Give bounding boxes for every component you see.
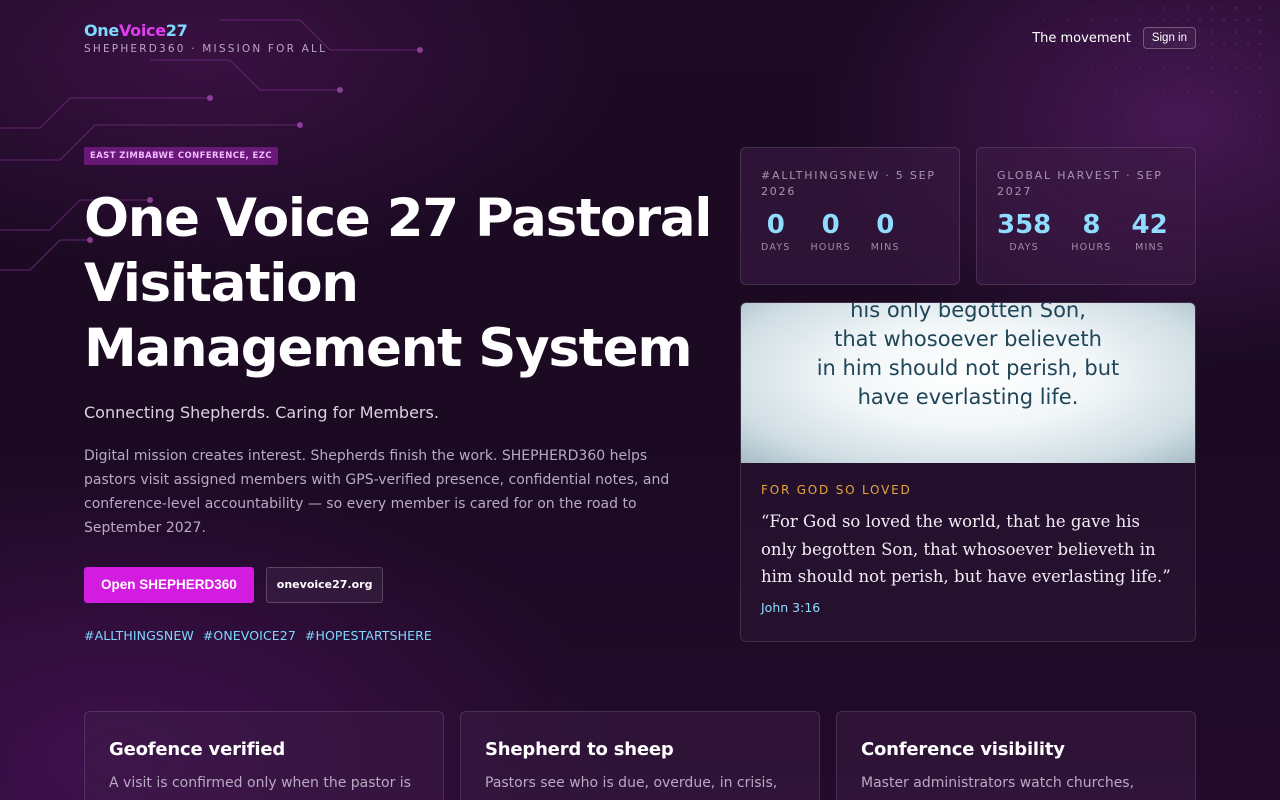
hero-subtitle: Connecting Shepherds. Caring for Members…: [84, 403, 439, 422]
verse-image-line: his only begotten Son,: [850, 302, 1086, 322]
countdown-row: 0 DAYS 0 HOURS 0 MINS: [761, 210, 939, 253]
countdown-label: GLOBAL HARVEST · SEP 2027: [997, 169, 1163, 198]
brand[interactable]: OneVoice27 SHEPHERD360 · MISSION FOR ALL: [84, 21, 327, 55]
verse-image-line: in him should not perish, but: [816, 356, 1120, 380]
countdown-value: 0: [876, 210, 895, 240]
countdown-mins: 42 MINS: [1132, 210, 1168, 253]
hero-description: Digital mission creates interest. Shephe…: [84, 448, 670, 536]
brand-logo[interactable]: OneVoice27: [84, 21, 327, 40]
countdown-hours: 0 HOURS: [811, 210, 851, 253]
feature-card-geofence: Geofence verified A visit is confirmed o…: [84, 711, 444, 800]
feature-card-shepherd: Shepherd to sheep Pastors see who is due…: [460, 711, 820, 800]
countdown-days: 358 DAYS: [997, 210, 1051, 253]
countdown-days: 0 DAYS: [761, 210, 791, 253]
verse-reference: John 3:16: [761, 599, 821, 615]
logo-one: One: [84, 21, 119, 40]
hashtag-link[interactable]: #ONEVOICE27: [203, 628, 296, 643]
countdown-card-global-harvest: GLOBAL HARVEST · SEP 2027 358 DAYS 8 HOU…: [976, 147, 1196, 285]
countdown-unit-label: MINS: [1135, 242, 1165, 253]
verse-quote: “For God so loved the world, that he gav…: [761, 512, 1171, 586]
page-title: One Voice 27 Pastoral Visitation Managem…: [84, 188, 712, 379]
verse-image-text: his only begotten Son, that whosoever be…: [741, 302, 1195, 412]
logo-voice: Voice: [118, 21, 166, 40]
verse-kicker: FOR GOD SO LOVED: [761, 483, 912, 497]
countdown-card-allthingsnew: #ALLTHINGSNEW · 5 SEP 2026 0 DAYS 0 HOUR…: [740, 147, 960, 285]
feature-text: Master administrators watch churches,: [861, 775, 1135, 791]
verse-image: his only begotten Son, that whosoever be…: [741, 303, 1195, 463]
verse-card: his only begotten Son, that whosoever be…: [740, 302, 1196, 642]
brand-tagline: SHEPHERD360 · MISSION FOR ALL: [84, 43, 328, 55]
feature-title: Geofence verified: [109, 739, 286, 760]
countdown-unit-label: HOURS: [1071, 242, 1112, 253]
feature-title: Conference visibility: [861, 739, 1065, 760]
countdown-value: 42: [1131, 210, 1168, 240]
feature-title: Shepherd to sheep: [485, 739, 674, 760]
logo-num: 27: [165, 21, 188, 40]
countdown-hours: 8 HOURS: [1071, 210, 1111, 253]
sign-in-button[interactable]: Sign in: [1142, 27, 1196, 49]
countdown-unit-label: MINS: [870, 242, 900, 253]
onevoice27-link-button[interactable]: onevoice27.org: [265, 567, 384, 603]
countdown-value: 358: [997, 210, 1052, 240]
verse-image-line: that whosoever believeth: [834, 327, 1102, 351]
conference-badge: EAST ZIMBABWE CONFERENCE, EZC: [84, 147, 278, 165]
countdown-row: 358 DAYS 8 HOURS 42 MINS: [997, 210, 1175, 253]
hashtag-link[interactable]: #HOPESTARTSHERE: [305, 628, 432, 643]
feature-text: Pastors see who is due, overdue, in cris…: [485, 775, 778, 791]
countdown-value: 8: [1082, 210, 1101, 240]
countdown-value: 0: [821, 210, 840, 240]
feature-text: A visit is confirmed only when the pasto…: [109, 775, 411, 791]
countdown-label: #ALLTHINGSNEW · 5 SEP 2026: [761, 169, 936, 198]
countdown-unit-label: HOURS: [810, 242, 851, 253]
countdown-unit-label: DAYS: [761, 242, 791, 253]
top-nav: The movement Sign in: [1032, 27, 1196, 49]
countdown-unit-label: DAYS: [1009, 242, 1039, 253]
verse-image-line: have everlasting life.: [857, 385, 1079, 409]
verse-body: FOR GOD SO LOVED “For God so loved the w…: [741, 463, 1195, 615]
open-shepherd360-button[interactable]: Open SHEPHERD360: [84, 567, 254, 603]
hashtag-list: #ALLTHINGSNEW #ONEVOICE27 #HOPESTARTSHER…: [84, 628, 432, 643]
hashtag-link[interactable]: #ALLTHINGSNEW: [84, 628, 194, 643]
countdown-mins: 0 MINS: [871, 210, 900, 253]
countdown-value: 0: [766, 210, 785, 240]
cta-group: Open SHEPHERD360 onevoice27.org: [84, 567, 384, 603]
nav-link-the-movement[interactable]: The movement: [1032, 31, 1131, 46]
feature-card-conference: Conference visibility Master administrat…: [836, 711, 1196, 800]
